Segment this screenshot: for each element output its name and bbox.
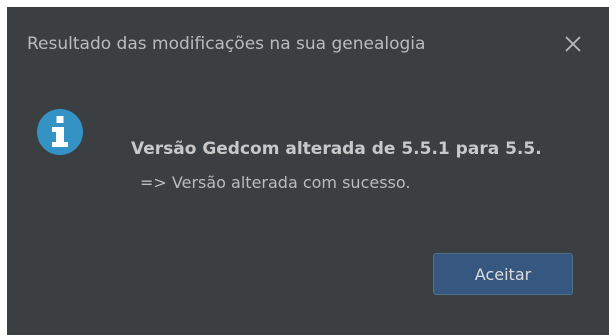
ok-button[interactable]: Aceitar [433,253,573,295]
dialog-window: Resultado das modificações na sua geneal… [7,7,609,335]
dialog-title: Resultado das modificações na sua geneal… [27,34,426,54]
info-icon [37,109,83,155]
close-icon [565,36,581,52]
ok-button-label: Aceitar [474,264,532,284]
close-button[interactable] [558,29,588,59]
dialog-titlebar: Resultado das modificações na sua geneal… [7,7,609,83]
message-text: Versão Gedcom alterada de 5.5.1 para 5.5… [131,139,542,159]
detail-text: => Versão alterada com sucesso. [140,173,411,192]
